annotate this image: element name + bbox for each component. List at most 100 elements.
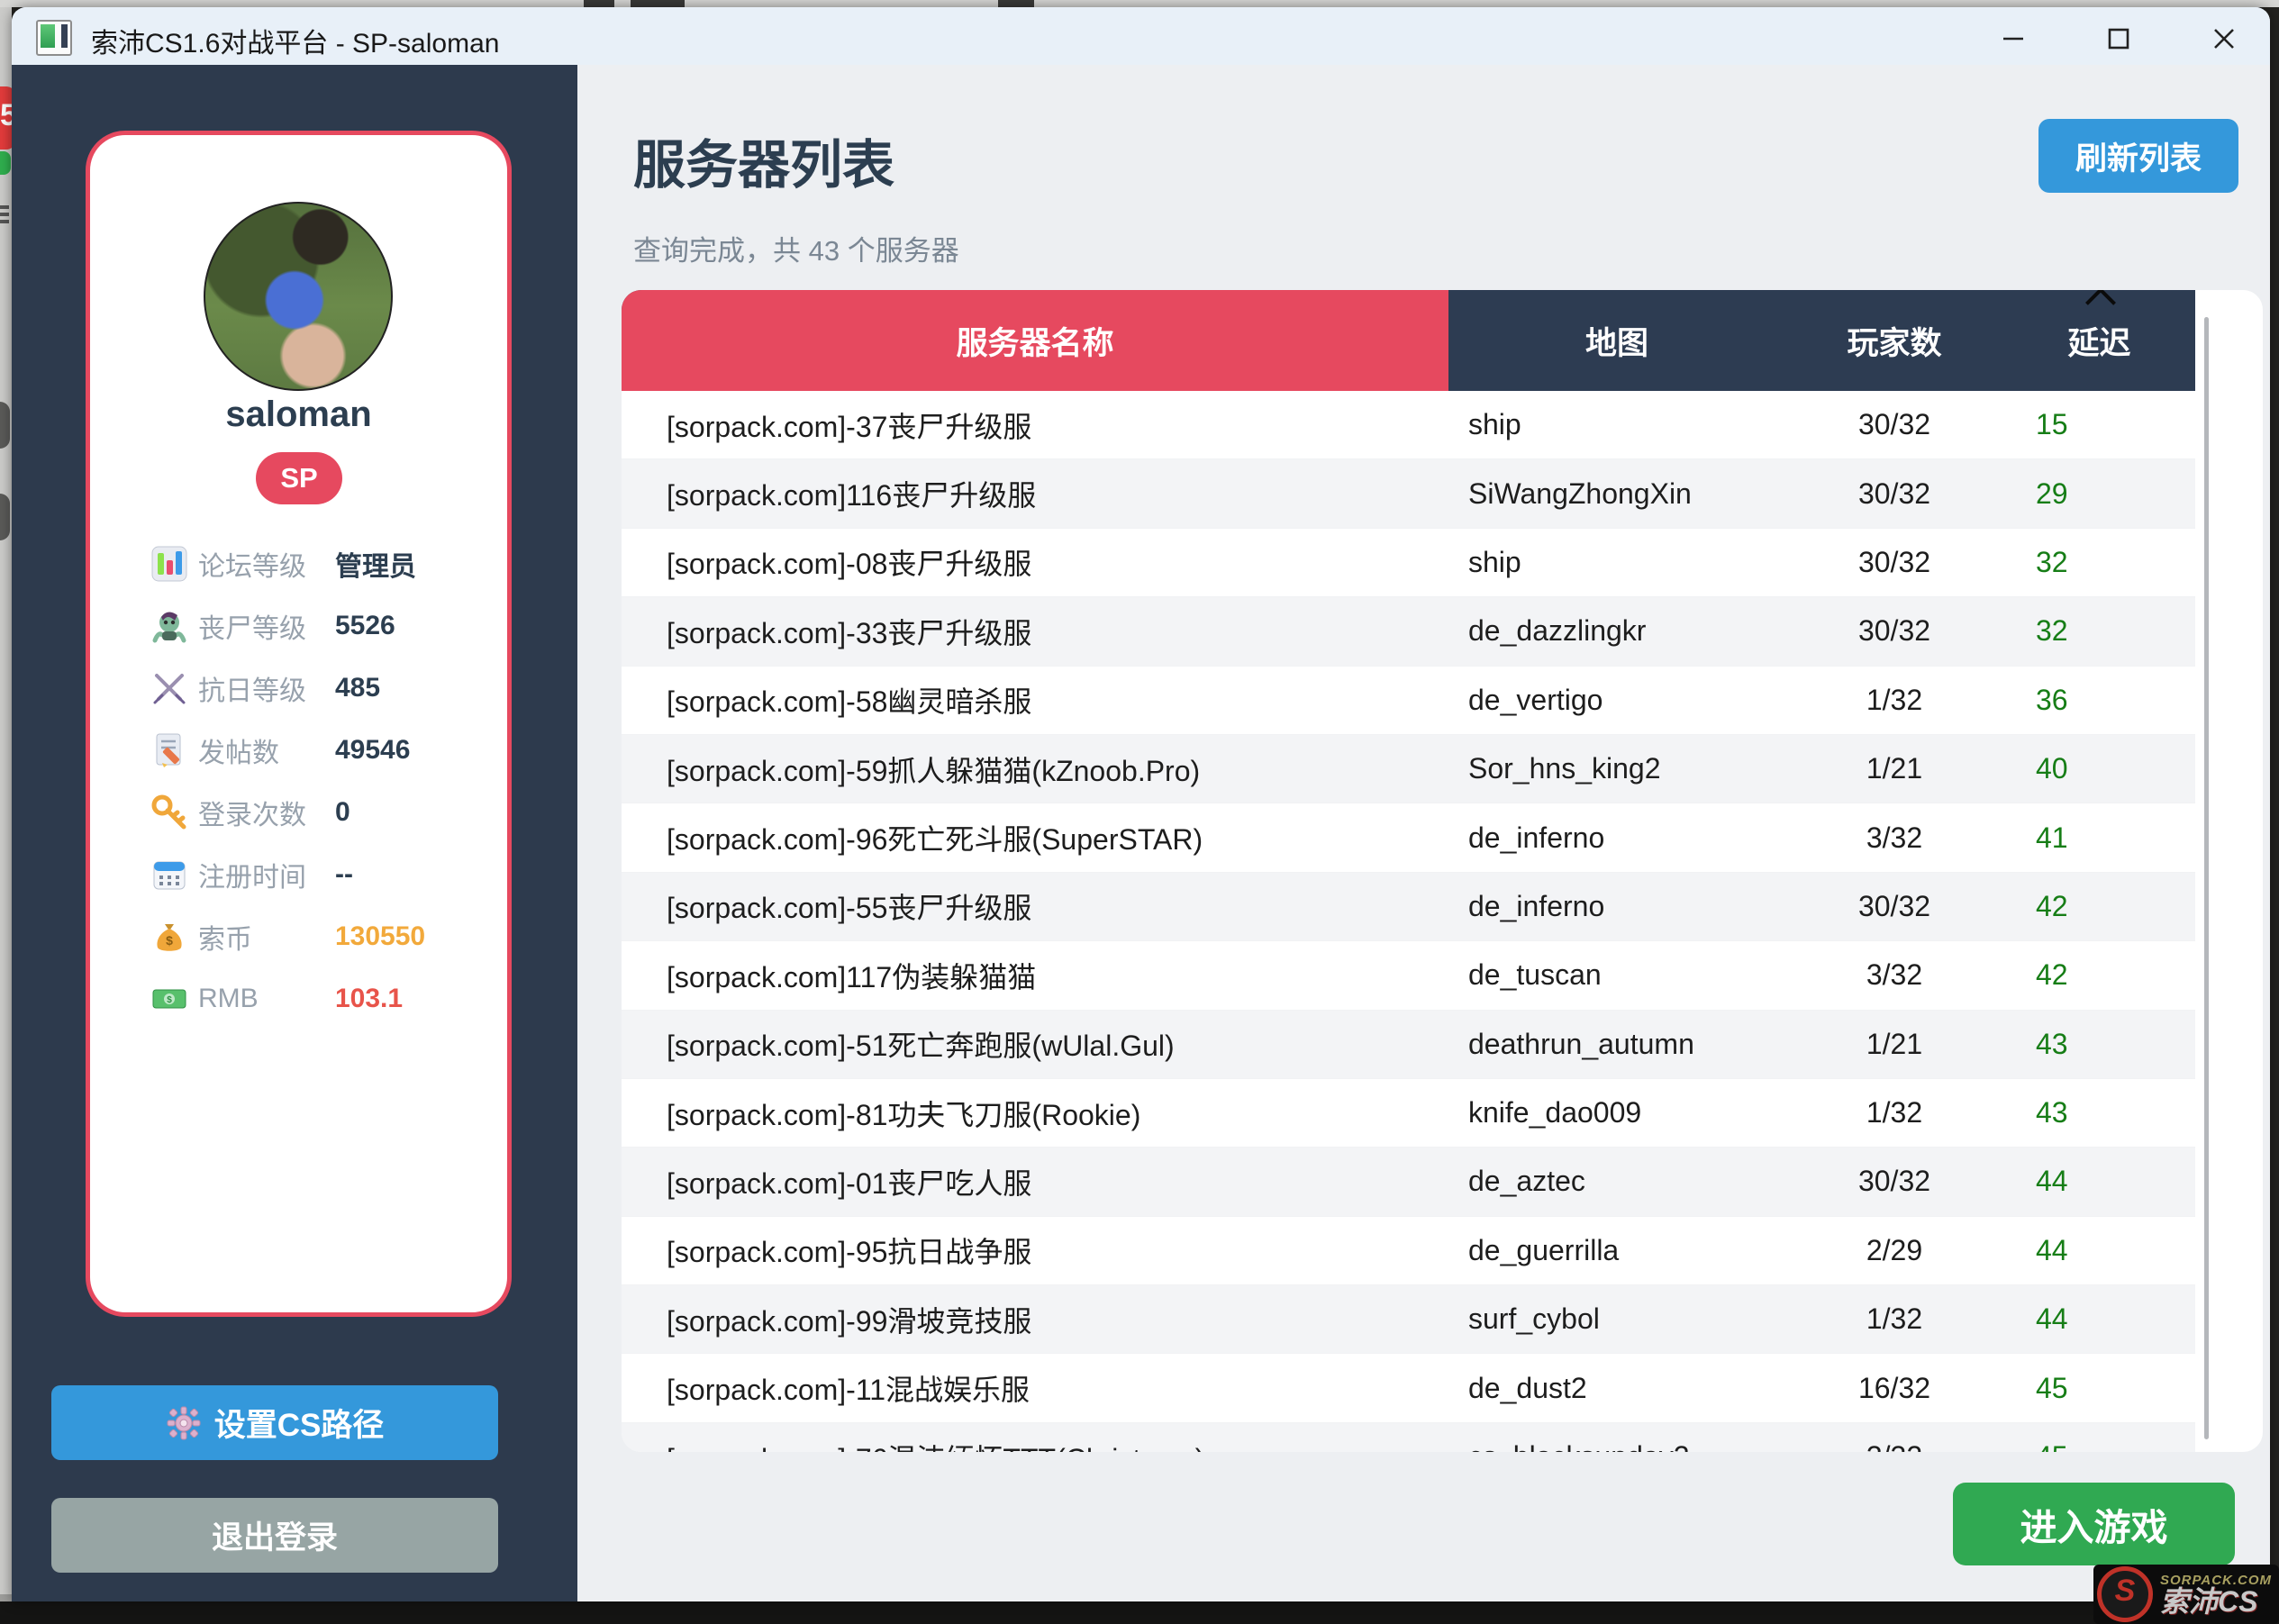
- map-cell: knife_dao009: [1448, 1096, 1785, 1130]
- server-row[interactable]: [sorpack.com]-76混沌缅怀TTT(Christmas) cs_bl…: [622, 1423, 2195, 1452]
- players-cell: 30/32: [1785, 408, 2003, 441]
- server-row[interactable]: [sorpack.com]-01丧尸吃人服 de_aztec 30/32 44: [622, 1148, 2195, 1216]
- server-name-cell: [sorpack.com]116丧尸升级服: [622, 473, 1448, 514]
- stat-label: 丧尸等级: [198, 606, 335, 646]
- gear-icon: [166, 1405, 202, 1441]
- players-cell: 1/21: [1785, 752, 2003, 785]
- stat-value: 485: [335, 673, 380, 703]
- minimize-button[interactable]: [1986, 23, 2040, 56]
- refresh-list-button[interactable]: 刷新列表: [2038, 119, 2238, 193]
- server-name-cell: [sorpack.com]-99滑坡竞技服: [622, 1299, 1448, 1340]
- background-artifact: [998, 0, 1034, 7]
- background-icon: [0, 402, 10, 449]
- profile-stat-row: $ 索币 130550: [90, 914, 507, 959]
- column-header-server-name[interactable]: 服务器名称: [622, 290, 1448, 391]
- enter-game-button[interactable]: 进入游戏: [1953, 1483, 2235, 1565]
- map-cell: de_dazzlingkr: [1448, 614, 1785, 648]
- stat-label: 登录次数: [198, 793, 335, 832]
- ping-cell: 45: [2003, 1372, 2195, 1405]
- watermark-brand: 索沛CS: [2160, 1587, 2272, 1616]
- logout-button[interactable]: 退出登录: [51, 1498, 498, 1573]
- set-cs-path-button[interactable]: 设置CS路径: [51, 1385, 498, 1460]
- server-row[interactable]: [sorpack.com]-59抓人躲猫猫(kZnoob.Pro) Sor_hn…: [622, 735, 2195, 803]
- server-name-cell: [sorpack.com]-81功夫飞刀服(Rookie): [622, 1093, 1448, 1134]
- stat-label: 发帖数: [198, 730, 335, 770]
- server-name-cell: [sorpack.com]-58幽灵暗杀服: [622, 679, 1448, 721]
- server-name-cell: [sorpack.com]-01丧尸吃人服: [622, 1161, 1448, 1202]
- column-header-players[interactable]: 玩家数: [1785, 290, 2003, 391]
- stat-value: 5526: [335, 611, 395, 641]
- ping-cell: 40: [2003, 752, 2195, 785]
- bar-chart-icon: [150, 544, 189, 584]
- server-name-cell: [sorpack.com]-08丧尸升级服: [622, 541, 1448, 583]
- server-row[interactable]: [sorpack.com]-55丧尸升级服 de_inferno 30/32 4…: [622, 873, 2195, 941]
- column-header-map[interactable]: 地图: [1448, 290, 1785, 391]
- background-artifact: [631, 0, 685, 7]
- server-list-panel: 服务器名称 地图 玩家数 延迟 [sorpack.com]-37丧尸升级服 sh…: [622, 290, 2263, 1452]
- stat-label: 索币: [198, 917, 335, 957]
- svg-text:$: $: [166, 933, 173, 948]
- background-artifact: [584, 0, 614, 7]
- profile-stat-row: 丧尸等级 5526: [90, 603, 507, 649]
- map-cell: de_dust2: [1448, 1372, 1785, 1405]
- ping-cell: 42: [2003, 890, 2195, 923]
- app-icon: [36, 20, 72, 56]
- scrollbar-thumb[interactable]: [2204, 317, 2209, 1439]
- sorpack-watermark: S SORPACK.COM 索沛CS: [2093, 1565, 2279, 1624]
- page-title: 服务器列表: [633, 122, 894, 198]
- ping-cell: 45: [2003, 1440, 2195, 1452]
- crossed-swords-icon: [150, 668, 189, 708]
- server-name-cell: [sorpack.com]-95抗日战争服: [622, 1229, 1448, 1271]
- players-cell: 2/29: [1785, 1234, 2003, 1267]
- server-row[interactable]: [sorpack.com]-33丧尸升级服 de_dazzlingkr 30/3…: [622, 597, 2195, 666]
- server-row[interactable]: [sorpack.com]-81功夫飞刀服(Rookie) knife_dao0…: [622, 1079, 2195, 1148]
- stat-value: --: [335, 859, 353, 890]
- server-name-cell: [sorpack.com]-51死亡奔跑服(wUlal.Gul): [622, 1023, 1448, 1065]
- server-row[interactable]: [sorpack.com]-99滑坡竞技服 surf_cybol 1/32 44: [622, 1285, 2195, 1354]
- server-name-cell: [sorpack.com]117伪装躲猫猫: [622, 955, 1448, 996]
- ping-cell: 29: [2003, 477, 2195, 511]
- sort-ascending-icon: [2085, 290, 2116, 318]
- server-name-cell: [sorpack.com]-37丧尸升级服: [622, 404, 1448, 446]
- stat-value: 管理员: [335, 544, 416, 584]
- server-row[interactable]: [sorpack.com]117伪装躲猫猫 de_tuscan 3/32 42: [622, 941, 2195, 1010]
- server-row[interactable]: [sorpack.com]-51死亡奔跑服(wUlal.Gul) deathru…: [622, 1011, 2195, 1079]
- map-cell: ship: [1448, 408, 1785, 441]
- server-row[interactable]: [sorpack.com]-37丧尸升级服 ship 30/32 15: [622, 391, 2195, 459]
- profile-stat-row: 论坛等级 管理员: [90, 541, 507, 586]
- players-cell: 1/32: [1785, 1302, 2003, 1336]
- column-header-ping[interactable]: 延迟: [2003, 290, 2195, 391]
- server-row[interactable]: [sorpack.com]116丧尸升级服 SiWangZhongXin 30/…: [622, 459, 2195, 528]
- ping-cell: 32: [2003, 614, 2195, 648]
- set-cs-path-label: 设置CS路径: [214, 1400, 385, 1446]
- server-name-cell: [sorpack.com]-33丧尸升级服: [622, 611, 1448, 652]
- platform-badge: SP: [256, 452, 342, 504]
- stat-value: 49546: [335, 735, 410, 766]
- stat-value: 130550: [335, 921, 425, 952]
- profile-stats: 论坛等级 管理员 丧尸等级 5526 抗日等级 485 发帖数 49546 登录…: [90, 541, 507, 1021]
- window-title: 索沛CS1.6对战平台 - SP-saloman: [91, 21, 499, 60]
- profile-stat-row: 注册时间 --: [90, 852, 507, 897]
- ping-cell: 44: [2003, 1165, 2195, 1198]
- maximize-button[interactable]: [2092, 23, 2146, 56]
- ping-cell: 36: [2003, 684, 2195, 717]
- close-button[interactable]: [2197, 23, 2251, 56]
- stat-value: 0: [335, 797, 350, 828]
- players-cell: 1/32: [1785, 684, 2003, 717]
- server-row[interactable]: [sorpack.com]-08丧尸升级服 ship 30/32 32: [622, 529, 2195, 597]
- stat-label: 注册时间: [198, 855, 335, 894]
- server-row[interactable]: [sorpack.com]-96死亡死斗服(SuperSTAR) de_infe…: [622, 803, 2195, 872]
- profile-stat-row: 发帖数 49546: [90, 728, 507, 773]
- server-row[interactable]: [sorpack.com]-95抗日战争服 de_guerrilla 2/29 …: [622, 1217, 2195, 1285]
- calendar-icon: [150, 855, 189, 894]
- ping-cell: 43: [2003, 1028, 2195, 1061]
- server-row[interactable]: [sorpack.com]-11混战娱乐服 de_dust2 16/32 45: [622, 1354, 2195, 1422]
- server-row[interactable]: [sorpack.com]-58幽灵暗杀服 de_vertigo 1/32 36: [622, 667, 2195, 735]
- players-cell: 3/32: [1785, 1440, 2003, 1452]
- stat-value: 103.1: [335, 984, 403, 1014]
- banknote-icon: $: [150, 979, 189, 1019]
- background-window-top-edge: [0, 0, 2279, 7]
- players-cell: 16/32: [1785, 1372, 2003, 1405]
- key-icon: [150, 793, 189, 832]
- players-cell: 3/32: [1785, 821, 2003, 855]
